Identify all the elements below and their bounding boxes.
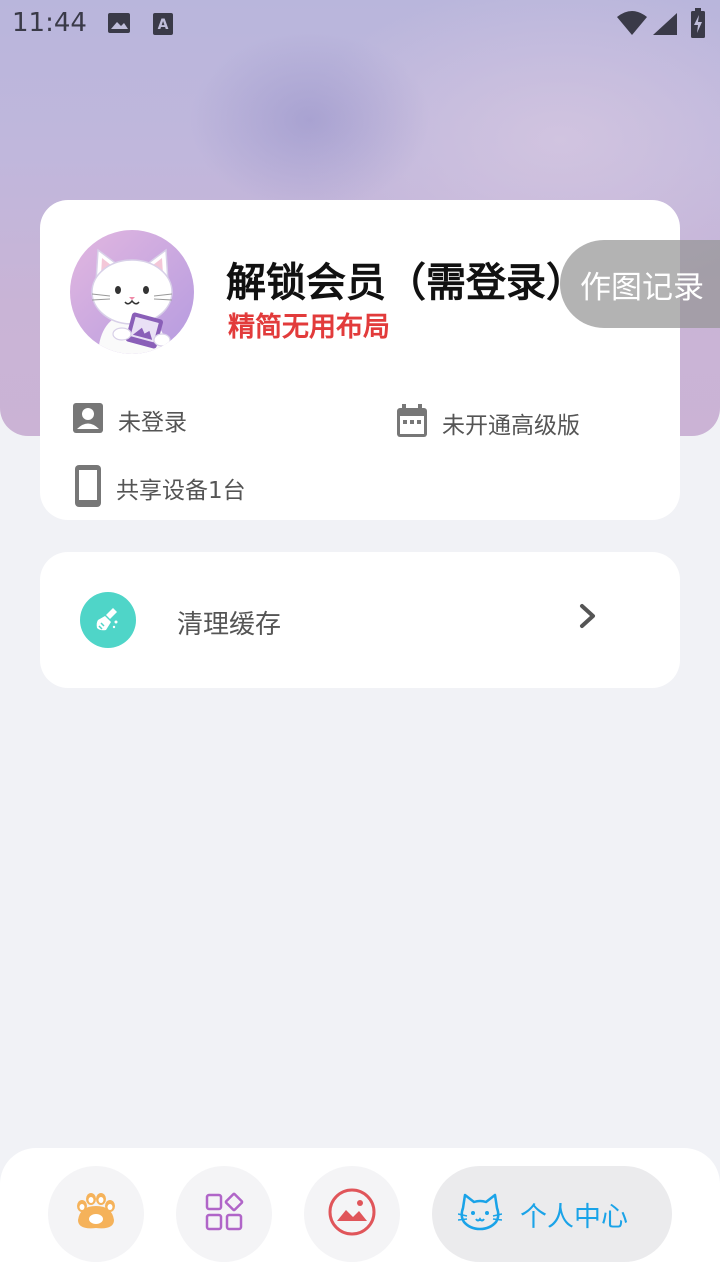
phone-icon xyxy=(74,464,102,512)
svg-text:A: A xyxy=(158,17,169,33)
clear-cache-item[interactable]: 清理缓存 xyxy=(40,552,680,688)
status-time: 11:44 xyxy=(12,8,87,38)
chevron-right-icon xyxy=(576,602,600,634)
wifi-icon xyxy=(616,10,648,40)
shared-devices: 共享设备1台 xyxy=(74,464,246,512)
signal-icon xyxy=(652,12,678,40)
nav-pictures[interactable] xyxy=(304,1166,400,1262)
picture-icon xyxy=(327,1187,377,1241)
unlock-member-title[interactable]: 解锁会员（需登录） xyxy=(226,250,586,308)
broom-icon xyxy=(80,592,136,648)
apps-grid-icon xyxy=(204,1192,244,1236)
membership-status-label: 未开通高级版 xyxy=(442,413,580,439)
cat-avatar-icon[interactable] xyxy=(70,230,194,354)
text-a-icon: A xyxy=(152,12,174,40)
image-icon xyxy=(107,12,131,38)
drawing-history-button[interactable]: 作图记录 xyxy=(560,240,720,328)
shared-devices-label: 共享设备1台 xyxy=(116,478,246,504)
status-bar: 11:44 A xyxy=(0,0,720,48)
login-status-label: 未登录 xyxy=(118,410,187,436)
nav-profile-center[interactable]: 个人中心 xyxy=(432,1166,672,1262)
battery-charging-icon xyxy=(690,8,706,42)
bottom-navigation: 个人中心 xyxy=(0,1148,720,1280)
nav-paw[interactable] xyxy=(48,1166,144,1262)
login-status: 未登录 xyxy=(72,402,187,438)
clear-cache-label: 清理缓存 xyxy=(177,610,282,640)
simplify-layout-label: 精简无用布局 xyxy=(228,312,390,343)
nav-apps[interactable] xyxy=(176,1166,272,1262)
calendar-icon xyxy=(396,404,428,442)
cat-face-icon xyxy=(457,1192,503,1236)
account-box-icon xyxy=(72,402,104,438)
membership-status: 未开通高级版 xyxy=(396,404,580,442)
screen: 11:44 A 解锁会员（需登录） 精简无用布局 未登录 未开通高级版 共享设备… xyxy=(0,0,720,1280)
paw-icon xyxy=(72,1192,120,1236)
nav-profile-center-label: 个人中心 xyxy=(520,1201,628,1233)
